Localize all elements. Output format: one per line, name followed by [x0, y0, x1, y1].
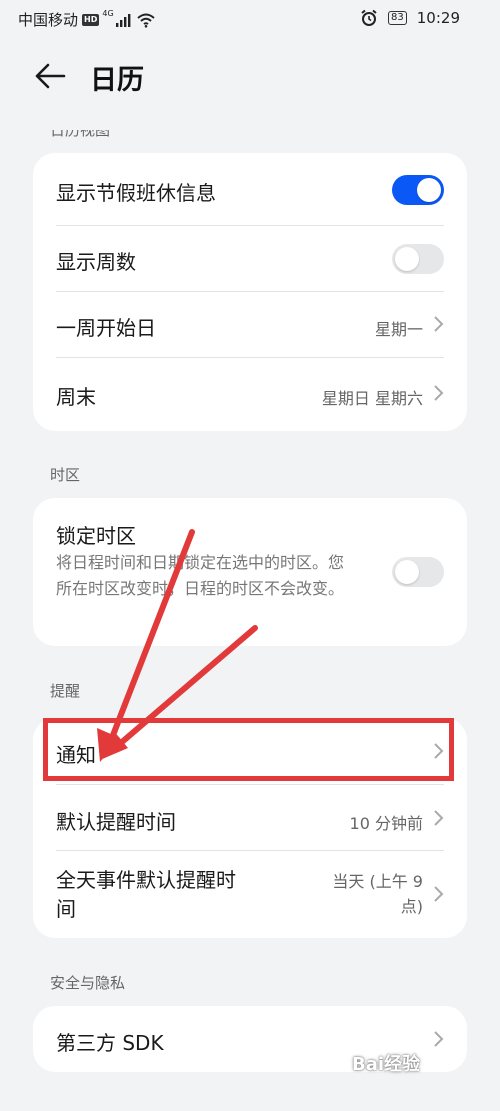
row-show-week-numbers[interactable]: 显示周数: [33, 225, 467, 291]
wifi-icon: [136, 13, 155, 28]
alarm-icon: [361, 9, 377, 26]
page-title: 日历: [90, 65, 144, 96]
carrier-name: 中国移动: [18, 11, 79, 29]
toggle-knob: [395, 247, 419, 271]
chevron-right-icon: [434, 316, 444, 332]
chevron-right-icon: [434, 1031, 444, 1047]
toggle-knob: [417, 178, 441, 202]
timezone-card: 锁定时区 将日程时间和日期锁定在选中的时区。您所在时区改变时，日程的时区不会改变…: [33, 498, 467, 646]
battery-indicator: 83: [388, 11, 407, 25]
row-label: 显示周数: [56, 250, 136, 274]
clock: 10:29: [416, 9, 460, 27]
section-label-privacy: 安全与隐私: [50, 974, 126, 992]
watermark-logo: Bai经验: [352, 1054, 421, 1075]
toggle-knob: [395, 560, 419, 584]
row-label: 全天事件默认提醒时 间: [56, 866, 236, 924]
chevron-right-icon: [434, 810, 444, 826]
hd-badge: HD: [82, 13, 100, 26]
lock-timezone-description: 将日程时间和日期锁定在选中的时区。您所在时区改变时，日程的时区不会改变。: [56, 553, 345, 598]
weekend-value: 星期日 星期六: [321, 389, 423, 408]
default-reminder-value: 10 分钟前: [349, 814, 423, 833]
signal-icon: [115, 13, 131, 27]
chevron-right-icon: [434, 385, 444, 401]
status-right: 83 10:29: [360, 9, 460, 27]
back-arrow-icon[interactable]: [34, 62, 66, 90]
row-week-start[interactable]: 一周开始日 星期一: [33, 291, 467, 357]
section-label-timezone: 时区: [50, 466, 81, 484]
header: 日历: [0, 52, 500, 100]
row-label: 一周开始日: [56, 316, 156, 340]
allday-reminder-value: 当天 (上午 9 点): [332, 869, 423, 919]
row-label: 锁定时区: [56, 524, 136, 548]
annotation-highlight-box: [43, 718, 454, 781]
row-show-holiday[interactable]: 显示节假班休信息: [33, 153, 467, 225]
row-label: 第三方 SDK: [56, 1031, 164, 1055]
chevron-right-icon: [434, 886, 444, 902]
row-label: 默认提醒时间: [56, 810, 176, 834]
week-start-value: 星期一: [374, 320, 423, 339]
row-weekend[interactable]: 周末 星期日 星期六: [33, 357, 467, 431]
row-label: 周末: [56, 385, 96, 409]
allday-value-line1: 当天 (上午 9: [332, 872, 423, 891]
allday-label-line1: 全天事件默认提醒时: [56, 868, 236, 892]
week-numbers-toggle[interactable]: [392, 244, 444, 274]
status-bar: 中国移动 HD 4G 83 10:29: [0, 0, 500, 38]
network-type: 4G: [102, 9, 114, 18]
row-label: 显示节假班休信息: [56, 181, 216, 205]
status-left: 中国移动 HD 4G: [18, 9, 156, 30]
calendar-view-card: 显示节假班休信息 显示周数 一周开始日 星期一 周末 星期日 星期六: [33, 153, 467, 431]
holiday-toggle[interactable]: [392, 175, 444, 205]
row-allday-reminder-time[interactable]: 全天事件默认提醒时 间 当天 (上午 9 点): [33, 850, 467, 938]
lock-timezone-toggle[interactable]: [392, 557, 444, 587]
section-label-calendar-view: 日历视图: [50, 121, 111, 139]
row-default-reminder-time[interactable]: 默认提醒时间 10 分钟前: [33, 784, 467, 850]
allday-value-line2: 点): [400, 897, 423, 916]
allday-label-line2: 间: [56, 897, 76, 921]
section-label-reminder: 提醒: [50, 682, 81, 700]
row-lock-timezone[interactable]: 锁定时区 将日程时间和日期锁定在选中的时区。您所在时区改变时，日程的时区不会改变…: [33, 498, 467, 646]
